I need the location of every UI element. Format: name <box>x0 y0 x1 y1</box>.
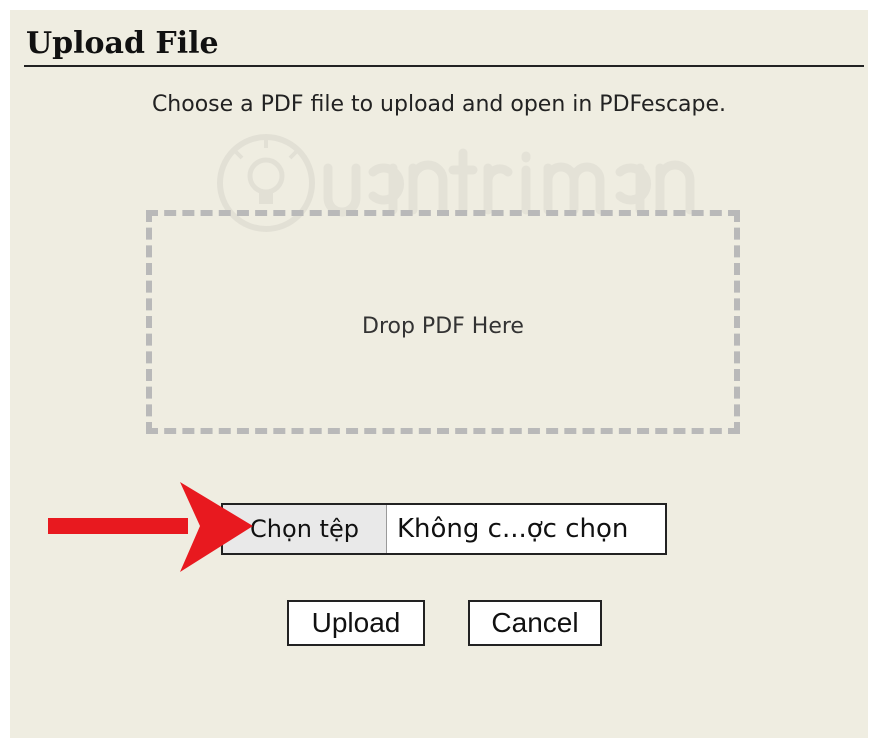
upload-instructions: Choose a PDF file to upload and open in … <box>151 92 727 117</box>
file-input[interactable]: Chọn tệp Không c...ợc chọn <box>221 503 667 555</box>
title-divider <box>24 65 864 67</box>
cancel-button[interactable]: Cancel <box>468 600 602 646</box>
upload-file-dialog: Upload File Choose a PDF file to upload … <box>10 10 868 738</box>
dialog-title: Upload File <box>26 26 219 61</box>
watermark-lettering <box>323 148 695 217</box>
drop-zone-label: Drop PDF Here <box>362 314 524 339</box>
file-status-text: Không c...ợc chọn <box>397 514 629 544</box>
pdf-drop-zone[interactable]: Drop PDF Here <box>146 210 740 434</box>
upload-button[interactable]: Upload <box>287 600 425 646</box>
choose-file-button[interactable]: Chọn tệp <box>223 505 387 553</box>
